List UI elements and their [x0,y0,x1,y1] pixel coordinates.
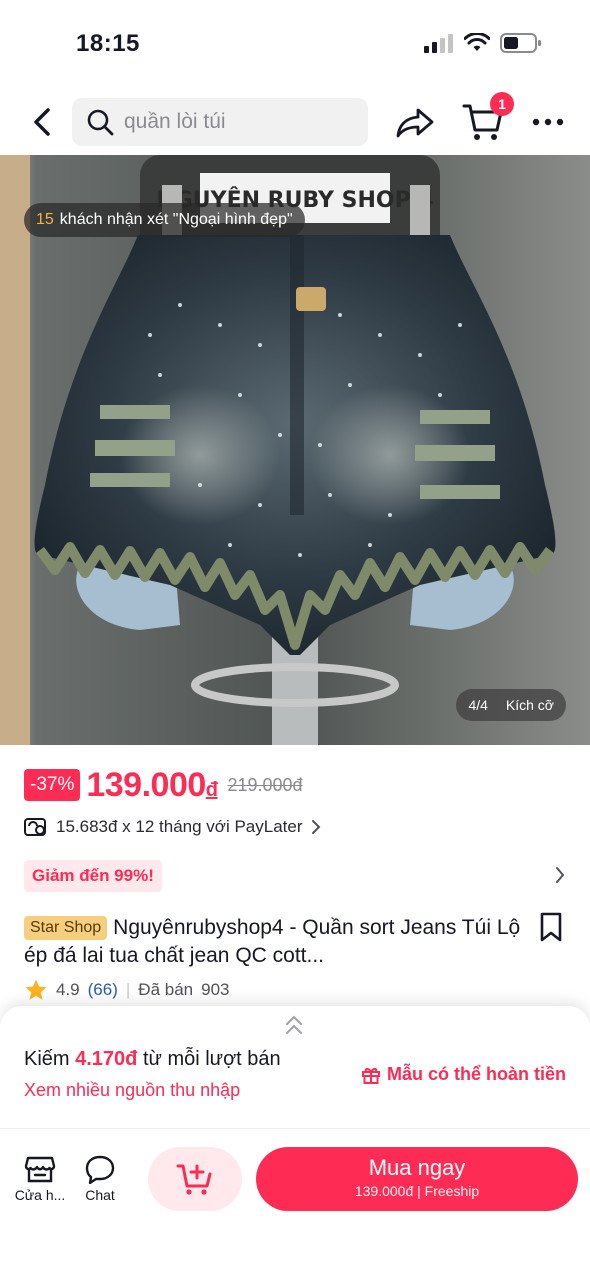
earn-amount: 4.170đ [75,1048,138,1070]
bookmark-icon[interactable] [538,912,564,942]
back-arrow-icon[interactable] [24,102,60,142]
sold-count: 903 [201,980,230,999]
earn-title: Kiếm 4.170đ từ mỗi lượt bán [24,1048,281,1071]
sold-label: Đã bán [138,980,194,999]
buy-now-subtext: 139.000đ | Freeship [354,1183,480,1199]
promo-row[interactable]: Giảm đến 99%! [24,858,570,894]
rating-score: 4.9 [56,980,80,999]
cart-badge: 1 [490,92,514,116]
review-highlight-count: 15 [36,211,54,228]
status-icons [424,32,542,54]
shop-tag: Star Shop [24,916,108,940]
top-nav: quần lòi túi 1 [0,92,590,154]
size-chart-link[interactable]: Kích cỡ [506,697,554,713]
search-icon [87,109,114,136]
discount-badge: -37% [24,769,81,801]
star-icon [25,979,47,1000]
affiliate-earn-panel: Kiếm 4.170đ từ mỗi lượt bán Xem nhiều ng… [0,1006,590,1128]
battery-icon [500,33,541,53]
currency-symbol: đ [205,778,218,801]
paylater-text: 15.683đ x 12 tháng với PayLater [56,817,303,836]
search-input[interactable]: quần lòi túi [72,98,368,146]
gift-icon [361,1067,380,1084]
double-chevron-up-icon[interactable] [284,1014,304,1036]
add-to-cart-button[interactable] [148,1147,242,1211]
buy-now-label: Mua ngay [368,1155,466,1180]
rating-row[interactable]: 4.9 (66) | Đã bán 903 [24,978,230,1002]
chat-button-label: Chat [85,1187,115,1203]
shop-button-label: Cửa h... [14,1187,66,1203]
original-price: 219.000đ [227,774,303,795]
more-options-icon[interactable] [528,104,568,140]
buy-now-price: 139.000đ [354,1183,414,1199]
paylater-row[interactable]: 15.683đ x 12 tháng với PayLater [24,812,322,842]
earn-suffix: từ mỗi lượt bán [137,1048,281,1070]
rating-review-count[interactable]: (66) [88,980,118,1000]
wifi-icon [464,33,490,51]
earn-prefix: Kiếm [24,1048,76,1070]
chevron-right-icon [556,867,565,883]
rating-divider: | [125,980,131,999]
product-title: Star Shop Nguyênrubyshop4 - Quần sort Jea… [24,914,524,970]
bottom-action-bar: Cửa h... Chat Mua ngay 139.000đ | Freesh… [0,1128,590,1280]
status-time: 18:15 [76,30,140,57]
add-to-cart-icon [176,1164,212,1195]
product-photo: NGUYÊN RUBY SHOP 4 [0,155,590,745]
review-highlight-text: khách nhận xét "Ngoại hình đẹp" [59,211,293,228]
product-image[interactable]: NGUYÊN RUBY SHOP 4 15 khách nhận xét "Ng… [0,155,590,745]
paylater-icon [24,818,46,836]
status-bar: 18:15 [0,0,590,90]
image-index: 4/4 [468,697,488,713]
refund-sample-tag[interactable]: Mẫu có thể hoàn tiền [361,1064,566,1085]
chat-icon [85,1155,115,1184]
shop-button[interactable]: Cửa h... [10,1151,70,1203]
refund-sample-text: Mẫu có thể hoàn tiền [386,1064,566,1084]
share-icon[interactable] [394,102,436,142]
more-income-link[interactable]: Xem nhiều nguồn thu nhập [24,1080,240,1101]
store-icon [24,1156,56,1183]
price-row: -37% 139.000đ 219.000đ [24,760,303,810]
review-highlight-chip[interactable]: 15 khách nhận xét "Ngoại hình đẹp" [24,203,305,237]
image-counter[interactable]: 4/4 Kích cỡ [456,689,566,721]
search-placeholder: quần lòi túi [124,110,226,133]
chevron-right-icon [312,820,321,834]
current-price-value: 139.000 [86,765,206,804]
chat-button[interactable]: Chat [70,1151,130,1203]
current-price: 139.000đ [86,765,218,805]
buy-now-button[interactable]: Mua ngay 139.000đ | Freeship [256,1147,578,1211]
cellular-signal-icon [424,34,453,53]
buy-now-ship: Freeship [424,1183,480,1199]
promo-tag: Giảm đến 99%! [24,860,162,892]
